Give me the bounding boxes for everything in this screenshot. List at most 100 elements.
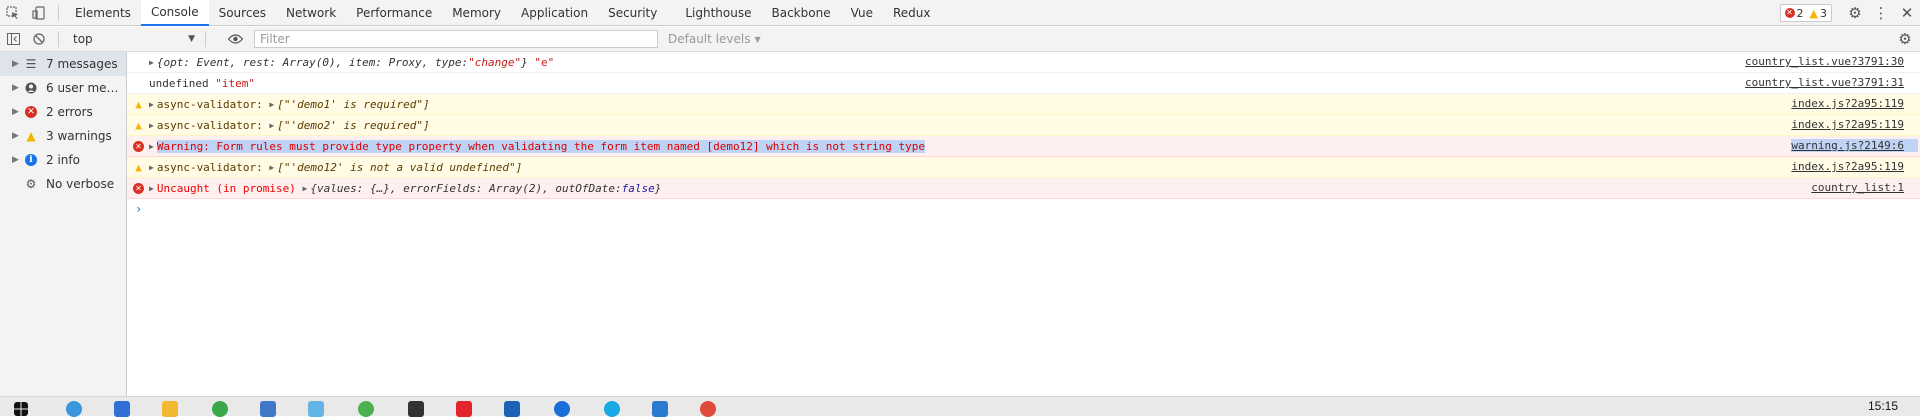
console-toolbar: top ▼ Default levels ▼ ⚙ [0,27,1920,52]
console-settings-gear-icon[interactable]: ⚙ [1892,27,1918,51]
console-message-warning: ▲ ▶ async-validator: ▶ ["'demo12' is not… [127,157,1920,178]
folder-icon[interactable] [162,401,178,417]
sidebar-item-messages[interactable]: ▶ ☰ 7 messages [0,52,126,76]
sidebar-item-warnings[interactable]: ▶ ▲ 3 warnings [0,124,126,148]
error-icon: ✕ [1784,8,1795,18]
tab-console[interactable]: Console [140,0,209,26]
log-levels-dropdown[interactable]: Default levels ▼ [668,32,761,46]
tab-vue[interactable]: Vue [841,0,883,26]
prompt-chevron-icon: › [135,202,143,216]
warning-icon: ▲ [135,119,142,132]
console-sidebar: ▶ ☰ 7 messages ▶ 6 user mess… ▶ ✕ 2 erro… [0,52,127,396]
expand-arrow-icon[interactable]: ▶ [269,121,274,130]
expand-arrow-icon[interactable]: ▶ [149,100,154,109]
expand-arrow-icon[interactable]: ▶ [12,83,24,93]
expand-arrow-icon[interactable]: ▶ [12,107,24,117]
tab-backbone[interactable]: Backbone [762,0,841,26]
verbose-icon: ⚙ [25,177,37,191]
expand-arrow-icon[interactable]: ▶ [149,58,154,67]
sidebar-item-user-messages[interactable]: ▶ 6 user mess… [0,76,126,100]
toolbar-divider [58,31,59,47]
expand-arrow-icon[interactable]: ▶ [269,163,274,172]
list-icon: ☰ [25,57,37,71]
tab-lighthouse[interactable]: Lighthouse [675,0,761,26]
sidebar-item-label: 7 messages [46,57,118,71]
expand-arrow-icon[interactable]: ▶ [12,155,24,165]
sidebar-item-label: 2 info [46,153,80,167]
warning-icon: ▲ [1809,6,1818,20]
issue-counter[interactable]: ✕ 2 ▲ 3 [1779,4,1832,22]
windows-start-icon[interactable] [14,402,28,416]
app-icon[interactable] [114,401,130,417]
app-icon[interactable] [554,401,570,417]
console-prompt[interactable]: › [127,199,1920,219]
sidebar-toggle-icon[interactable] [0,26,26,52]
console-message-warning: ▲ ▶ async-validator: ▶ ["'demo2' is requ… [127,115,1920,136]
system-clock: 15:15 [1867,399,1898,413]
skype-icon[interactable] [604,401,620,417]
log-text: async-validator: [156,118,270,132]
sidebar-item-label: 3 warnings [46,129,112,143]
outlook-icon[interactable] [504,401,520,417]
source-link[interactable]: warning.js?2149:6 [1791,139,1918,152]
expand-arrow-icon[interactable]: ▶ [149,142,154,151]
close-icon[interactable]: ✕ [1894,0,1920,26]
context-selector[interactable]: top ▼ [69,29,199,49]
vscode-icon[interactable] [652,401,668,417]
error-text: Warning: Form rules must provide type pr… [156,139,926,153]
app-icon[interactable] [456,401,472,417]
error-count: 2 [1796,6,1804,20]
error-icon: ✕ [133,183,144,194]
tab-application[interactable]: Application [511,0,598,26]
log-text: async-validator: [156,97,270,111]
tab-performance[interactable]: Performance [346,0,442,26]
tab-network[interactable]: Network [276,0,346,26]
source-link[interactable]: country_list.vue?3791:31 [1745,76,1904,89]
live-expression-eye-icon[interactable] [222,27,248,51]
device-toolbar-icon[interactable] [26,0,52,26]
source-link[interactable]: index.js?2a95:119 [1791,97,1904,110]
warning-icon: ▲ [135,161,142,174]
console-message-error: ✕ ▶ Uncaught (in promise) ▶ {values: {…}… [127,178,1920,199]
tab-security[interactable]: Security [598,0,667,26]
app-icon[interactable] [212,401,228,417]
browser-ie-icon[interactable] [66,401,82,417]
sidebar-item-info[interactable]: ▶ i 2 info [0,148,126,172]
expand-arrow-icon[interactable]: ▶ [269,100,274,109]
tab-sources[interactable]: Sources [209,0,276,26]
expand-arrow-icon[interactable]: ▶ [12,59,24,69]
settings-gear-icon[interactable]: ⚙ [1842,0,1868,26]
app-icon[interactable] [308,401,324,417]
warning-icon: ▲ [135,98,142,111]
expand-arrow-icon[interactable]: ▶ [12,131,24,141]
app-icon[interactable] [408,401,424,417]
log-text: {opt: Event, rest: Array(0), item: Proxy… [156,55,469,69]
source-link[interactable]: country_list:1 [1811,181,1904,194]
tab-memory[interactable]: Memory [442,0,511,26]
context-label: top [73,32,93,46]
source-link[interactable]: country_list.vue?3791:30 [1745,55,1904,68]
tab-elements[interactable]: Elements [65,0,141,26]
inspect-element-icon[interactable] [0,0,26,26]
chrome-icon[interactable] [700,401,716,417]
source-link[interactable]: index.js?2a95:119 [1791,160,1904,173]
toolbar-divider [58,4,59,21]
sidebar-item-errors[interactable]: ▶ ✕ 2 errors [0,100,126,124]
app-icon[interactable] [358,401,374,417]
log-text: async-validator: [156,160,270,174]
log-text: } [521,55,535,69]
app-icon[interactable] [260,401,276,417]
more-options-icon[interactable]: ⋮ [1868,0,1894,26]
source-link[interactable]: index.js?2a95:119 [1791,118,1904,131]
tab-redux[interactable]: Redux [883,0,941,26]
console-message-log: undefined "item" country_list.vue?3791:3… [127,73,1920,94]
console-message-warning: ▲ ▶ async-validator: ▶ ["'demo1' is requ… [127,94,1920,115]
sidebar-item-verbose[interactable]: ⚙ No verbose [0,172,126,196]
expand-arrow-icon[interactable]: ▶ [149,184,154,193]
log-array: ["'demo12' is not a valid undefined"] [277,160,523,174]
expand-arrow-icon[interactable]: ▶ [149,163,154,172]
expand-arrow-icon[interactable]: ▶ [149,121,154,130]
expand-arrow-icon[interactable]: ▶ [303,184,308,193]
filter-input[interactable] [254,30,658,48]
clear-console-icon[interactable] [26,26,52,52]
